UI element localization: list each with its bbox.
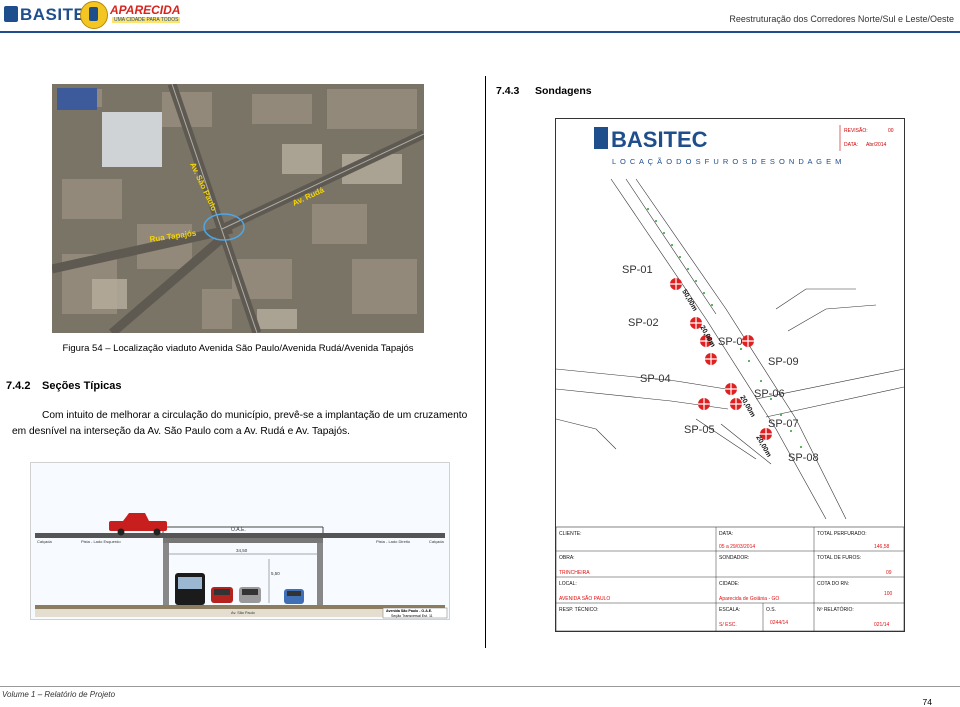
data-value: Abr/2014 — [866, 142, 887, 148]
basitec-mark-icon — [4, 6, 18, 22]
document-header-title: Reestruturação dos Corredores Norte/Sul … — [729, 14, 954, 24]
relatorio-value: 021/14 — [874, 622, 890, 628]
aparecida-logo: APARECIDA UMA CIDADE PARA TODOS — [80, 1, 190, 29]
basitec-logo: BASITEC — [4, 3, 98, 27]
drill-marker-icon — [725, 383, 737, 395]
sp-02-label: SP-02 — [628, 317, 659, 329]
drawing-stamp-line1: Avenida São Paulo - O.A.E. — [386, 609, 432, 613]
obra-label: OBRA: — [559, 555, 575, 561]
street-label: Av. São Paulo — [231, 611, 255, 615]
cidade-value: Aparecida de Goiânia - GO — [719, 596, 779, 602]
data-value-cell: 05 a 29/03/2014 — [719, 544, 755, 550]
sheet-logo-text: BASITEC — [611, 127, 708, 152]
oae-label: O.A.E. — [231, 527, 246, 533]
total-furos-value: 09 — [886, 570, 892, 576]
aparecida-logo-text: APARECIDA — [110, 3, 181, 17]
section-number: 7.4.2 — [6, 380, 31, 392]
cross-section-drawing: O.A.E. Pista - Lado Esquerdo Pista - Lad… — [30, 462, 450, 620]
obra-value: TRINCHEIRA — [559, 570, 590, 576]
cidade-label: CIDADE: — [719, 581, 739, 587]
relatorio-label: Nº RELATÓRIO: — [817, 606, 854, 613]
subsection-number: 7.4.3 — [496, 85, 520, 97]
subsection-title: Sondagens — [535, 85, 592, 97]
right-sidewalk-label: Calçada — [429, 539, 444, 544]
aerial-map-svg: Av. São Paulo Av. Rudá Rua Tapajós — [52, 84, 424, 333]
blue-car-icon — [284, 589, 304, 604]
height-dimension-label: 5,50 — [271, 571, 280, 576]
drawing-stamp-line2: Seção Transversal Est. 11 — [391, 614, 433, 618]
sheet-basitec-logo: BASITEC — [594, 127, 708, 152]
sp-04-label: SP-04 — [640, 373, 671, 385]
drill-marker-icon — [698, 398, 710, 410]
footer-divider — [0, 686, 960, 687]
drill-marker-icon — [742, 335, 754, 347]
total-perfurado-label: TOTAL PERFURADO: — [817, 531, 867, 537]
local-label: LOCAL: — [559, 581, 577, 587]
right-lane-label: Pista - Lado Direito — [376, 539, 411, 544]
sp-08-label: SP-08 — [788, 452, 819, 464]
total-perfurado-value: 146,58 — [874, 544, 890, 550]
cota-value: 100 — [884, 591, 893, 597]
header-divider — [0, 31, 960, 33]
sondagem-location-sheet: BASITEC REVISÃO: 00 DATA: Abr/2014 L O C… — [555, 118, 905, 632]
left-lane-label: Pista - Lado Esquerdo — [81, 539, 121, 544]
sp-07-label: SP-07 — [768, 418, 799, 430]
column-divider — [485, 76, 486, 648]
footer-volume: Volume 1 – Relatório de Projeto — [2, 690, 116, 699]
aparecida-logo-subtitle: UMA CIDADE PARA TODOS — [112, 17, 181, 23]
cross-section-svg: O.A.E. Pista - Lado Esquerdo Pista - Lad… — [31, 463, 449, 619]
revisao-value: 00 — [888, 128, 894, 134]
sondagem-sheet-svg: BASITEC REVISÃO: 00 DATA: Abr/2014 L O C… — [556, 125, 904, 631]
section-title: Seções Típicas — [42, 380, 122, 392]
drill-marker-icon — [670, 278, 682, 290]
data-label: DATA: — [844, 142, 858, 148]
escala-label: ESCALA: — [719, 607, 740, 613]
grey-car-icon — [239, 587, 261, 603]
drill-marker-icon — [705, 353, 717, 365]
left-sidewalk-label: Calçada — [37, 539, 52, 544]
sp-09-label: SP-09 — [768, 356, 799, 368]
figure-caption: Figura 54 – Localização viaduto Avenida … — [62, 343, 414, 354]
revisao-label: REVISÃO: — [844, 127, 868, 134]
sp-01-label: SP-01 — [622, 264, 653, 276]
sondador-label: SONDADOR: — [719, 555, 749, 561]
aparecida-seal-icon — [80, 1, 108, 29]
width-dimension-label: 34,50 — [236, 548, 248, 553]
distance-label: 50,00m — [680, 289, 698, 313]
sheet-data-table: CLIENTE: DATA: TOTAL PERFURADO: OBRA: SO… — [556, 526, 904, 631]
cliente-label: CLIENTE: — [559, 531, 582, 537]
sp-06-label: SP-06 — [754, 388, 785, 400]
sp-05-label: SP-05 — [684, 424, 715, 436]
table-data-label: DATA: — [719, 531, 733, 537]
resp-tecnico-label: RESP. TÉCNICO: — [559, 606, 599, 613]
total-furos-label: TOTAL DE FUROS: — [817, 555, 861, 561]
cota-label: COTA DO RN: — [817, 581, 849, 587]
local-value: AVENIDA SÃO PAULO — [559, 595, 610, 602]
sheet-title: L O C A Ç Ã O D O S F U R O S D E S O N … — [612, 157, 842, 166]
section-paragraph: Com intuito de melhorar a circulação do … — [12, 410, 468, 437]
red-car-icon — [211, 587, 233, 603]
os-value: 0244/14 — [770, 620, 788, 626]
os-label: O.S. — [766, 607, 776, 613]
aerial-map-image: Av. São Paulo Av. Rudá Rua Tapajós — [52, 84, 424, 333]
bus-icon — [175, 573, 205, 605]
resp-value: S/ ESC. — [719, 622, 737, 628]
